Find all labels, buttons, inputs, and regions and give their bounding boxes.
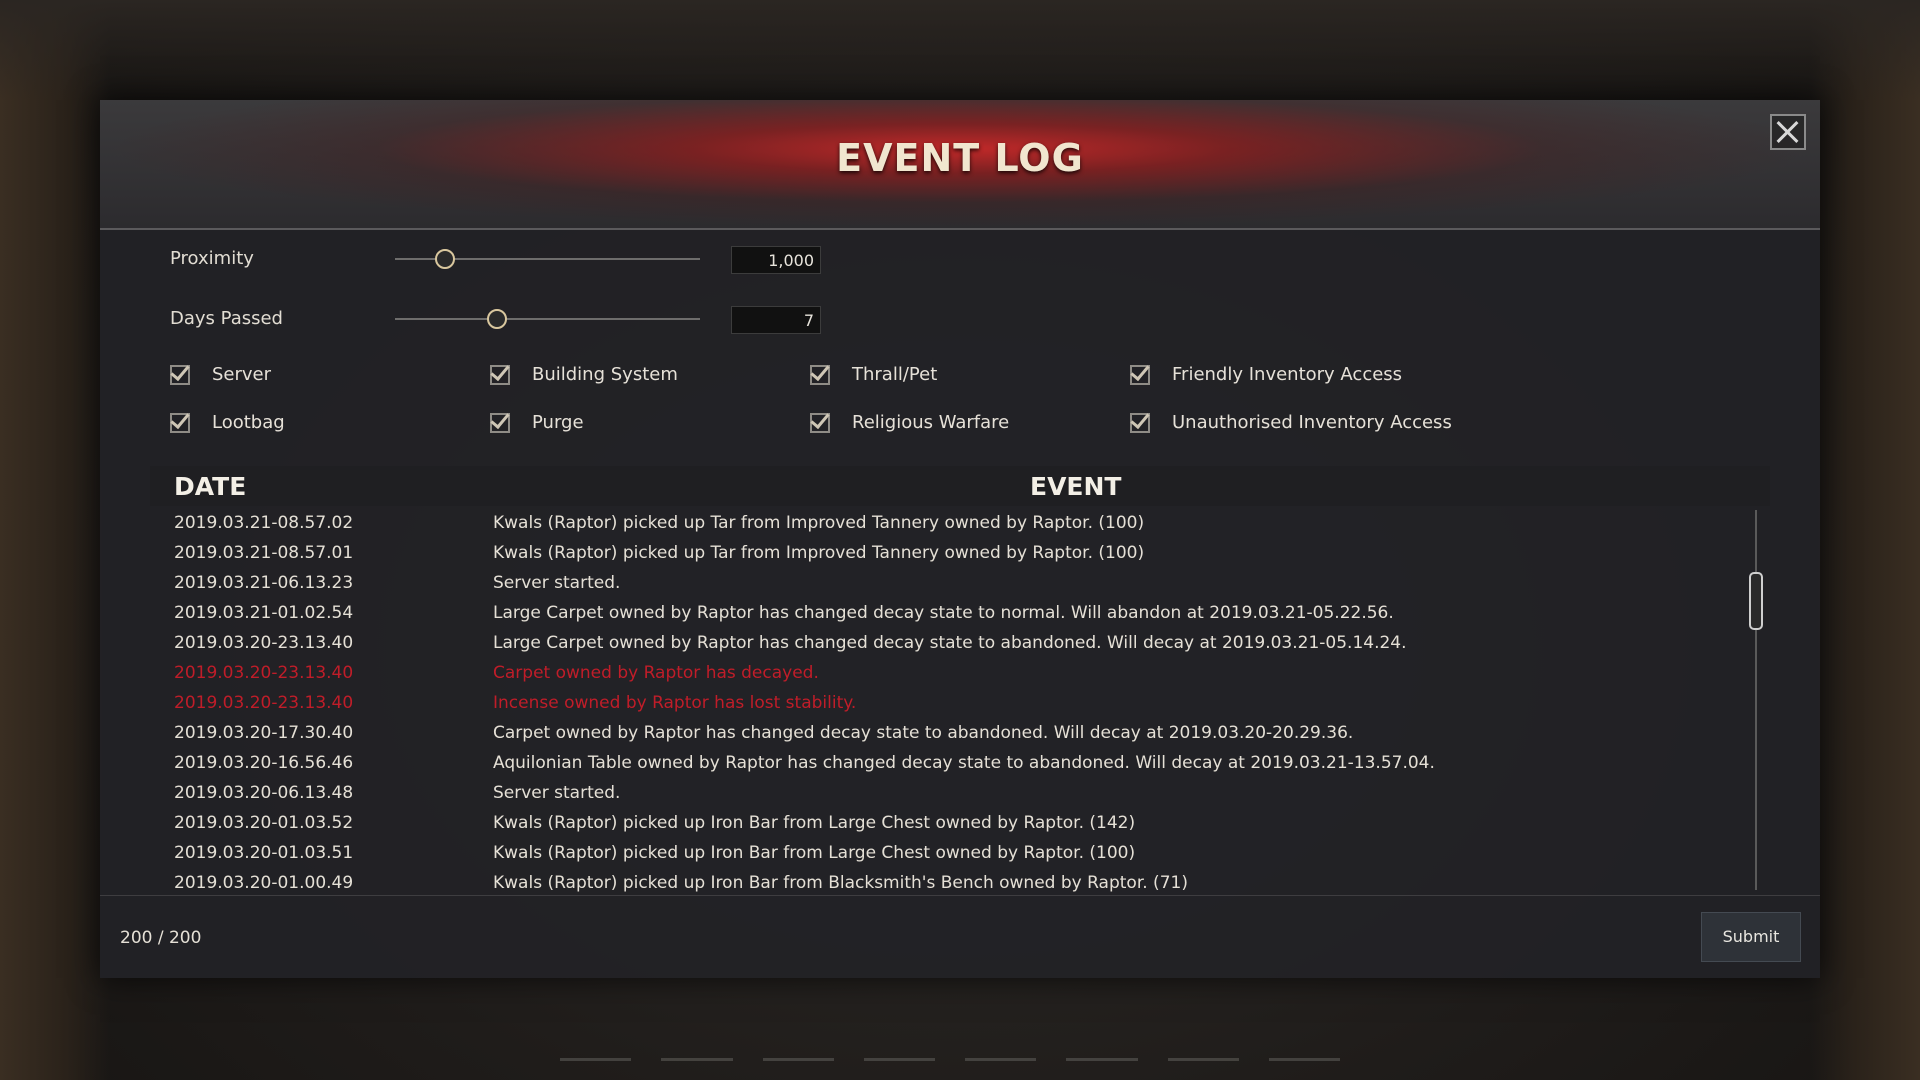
- row-date: 2019.03.21-06.13.23: [174, 573, 354, 593]
- checkbox-check-icon: [490, 412, 510, 433]
- proximity-slider-handle[interactable]: [434, 249, 455, 269]
- row-event: Kwals (Raptor) picked up Iron Bar from B…: [493, 873, 1188, 892]
- checkbox-server[interactable]: Server: [170, 364, 271, 385]
- table-row: 2019.03.21-01.02.54 Large Carpet owned by…: [150, 598, 1740, 628]
- table-row: 2019.03.20-17.30.40 Carpet owned by Rapto…: [150, 718, 1740, 748]
- checkbox-label: Unauthorised Inventory Access: [1172, 412, 1452, 433]
- background-right: [1810, 0, 1920, 1080]
- checkbox-label: Friendly Inventory Access: [1172, 364, 1403, 385]
- checkbox-label: Server: [212, 364, 272, 385]
- table-row: 2019.03.21-08.57.02 Kwals (Raptor) picked…: [150, 508, 1740, 538]
- row-event: Incense owned by Raptor has lost stabili…: [493, 693, 857, 713]
- proximity-label: Proximity: [170, 248, 254, 269]
- checkbox-friendly-inventory-access[interactable]: Friendly Inventory Access: [1130, 364, 1402, 385]
- table-row: 2019.03.20-23.13.40 Large Carpet owned by…: [150, 628, 1740, 658]
- row-date: 2019.03.20-23.13.40: [174, 693, 354, 713]
- checkbox-lootbag[interactable]: Lootbag: [170, 412, 285, 433]
- checkbox-label: Lootbag: [212, 412, 285, 433]
- table-row: 2019.03.20-23.13.40 Carpet owned by Rapto…: [150, 658, 1740, 688]
- row-event: Aquilonian Table owned by Raptor has cha…: [493, 753, 1435, 773]
- row-date: 2019.03.20-23.13.40: [174, 633, 354, 653]
- row-event: Kwals (Raptor) picked up Iron Bar from L…: [493, 843, 1136, 863]
- table-row: 2019.03.20-16.56.46 Aquilonian Table owne…: [150, 748, 1740, 778]
- event-table-body: 2019.03.21-08.57.02 Kwals (Raptor) picked…: [150, 508, 1770, 892]
- checkbox-unauthorised-inventory-access[interactable]: Unauthorised Inventory Access: [1130, 412, 1452, 433]
- checkbox-check-icon: [170, 364, 190, 385]
- table-row: 2019.03.20-01.03.52 Kwals (Raptor) picked…: [150, 808, 1740, 838]
- table-row: 2019.03.20-01.03.51 Kwals (Raptor) picked…: [150, 838, 1740, 868]
- table-row: 2019.03.21-06.13.23 Server started.: [150, 568, 1740, 598]
- checkbox-label: Building System: [532, 364, 678, 385]
- scrollbar-track[interactable]: [1755, 510, 1757, 890]
- window-title: EVENT LOG: [836, 136, 1084, 180]
- row-date: 2019.03.20-01.00.49: [174, 873, 354, 892]
- row-date: 2019.03.20-01.03.52: [174, 813, 354, 833]
- table-header: DATE EVENT: [150, 466, 1770, 506]
- row-event: Carpet owned by Raptor has decayed.: [493, 663, 819, 683]
- table-row: 2019.03.21-08.57.01 Kwals (Raptor) picked…: [150, 538, 1740, 568]
- row-event: Large Carpet owned by Raptor has changed…: [493, 633, 1407, 653]
- footer-divider: [100, 895, 1820, 896]
- table-row: 2019.03.20-23.13.40 Incense owned by Rapt…: [150, 688, 1740, 718]
- row-date: 2019.03.20-23.13.40: [174, 663, 354, 683]
- table-row: 2019.03.20-06.13.48 Server started.: [150, 778, 1740, 808]
- checkbox-label: Thrall/Pet: [852, 364, 938, 385]
- background-left: [0, 0, 110, 1080]
- close-icon[interactable]: [1770, 114, 1806, 150]
- row-date: 2019.03.20-01.03.51: [174, 843, 354, 863]
- game-hotbar: [560, 1058, 1340, 1062]
- days-passed-slider[interactable]: [395, 309, 700, 329]
- row-event: Kwals (Raptor) picked up Iron Bar from L…: [493, 813, 1136, 833]
- checkbox-label: Purge: [532, 412, 584, 433]
- row-date: 2019.03.20-17.30.40: [174, 723, 354, 743]
- row-date: 2019.03.21-08.57.01: [174, 543, 354, 563]
- row-date: 2019.03.20-16.56.46: [174, 753, 354, 773]
- proximity-slider[interactable]: [395, 249, 700, 269]
- checkbox-check-icon: [810, 412, 830, 433]
- checkbox-check-icon: [810, 364, 830, 385]
- proximity-value-field[interactable]: 1,000: [731, 246, 821, 274]
- checkbox-check-icon: [1130, 364, 1150, 385]
- row-event: Kwals (Raptor) picked up Tar from Improv…: [493, 513, 1145, 533]
- event-log-window: EVENT LOG Proximity 1,000 Days Passed 7 …: [100, 100, 1820, 978]
- checkbox-check-icon: [170, 412, 190, 433]
- checkbox-label: Religious Warfare: [852, 412, 1010, 433]
- days-passed-slider-handle[interactable]: [486, 309, 507, 329]
- row-date: 2019.03.20-06.13.48: [174, 783, 354, 803]
- row-event: Kwals (Raptor) picked up Tar from Improv…: [493, 543, 1145, 563]
- checkbox-check-icon: [490, 364, 510, 385]
- window-header: EVENT LOG: [100, 100, 1820, 230]
- checkbox-building-system[interactable]: Building System: [490, 364, 678, 385]
- checkbox-religious-warfare[interactable]: Religious Warfare: [810, 412, 1009, 433]
- checkbox-thrall-pet[interactable]: Thrall/Pet: [810, 364, 937, 385]
- row-date: 2019.03.21-01.02.54: [174, 603, 354, 623]
- row-event: Large Carpet owned by Raptor has changed…: [493, 603, 1394, 623]
- background-top: [0, 0, 1920, 100]
- days-passed-value-field[interactable]: 7: [731, 306, 821, 334]
- table-row: 2019.03.20-01.00.49 Kwals (Raptor) picked…: [150, 868, 1740, 892]
- scrollbar-thumb[interactable]: [1749, 572, 1763, 630]
- checkbox-purge[interactable]: Purge: [490, 412, 584, 433]
- checkbox-check-icon: [1130, 412, 1150, 433]
- days-passed-label: Days Passed: [170, 308, 283, 329]
- column-header-date[interactable]: DATE: [174, 472, 246, 501]
- entry-count: 200 / 200: [120, 928, 202, 948]
- row-date: 2019.03.21-08.57.02: [174, 513, 354, 533]
- row-event: Carpet owned by Raptor has changed decay…: [493, 723, 1354, 743]
- column-header-event[interactable]: EVENT: [1030, 472, 1121, 501]
- submit-button[interactable]: Submit: [1701, 912, 1801, 962]
- row-event: Server started.: [493, 573, 621, 593]
- row-event: Server started.: [493, 783, 621, 803]
